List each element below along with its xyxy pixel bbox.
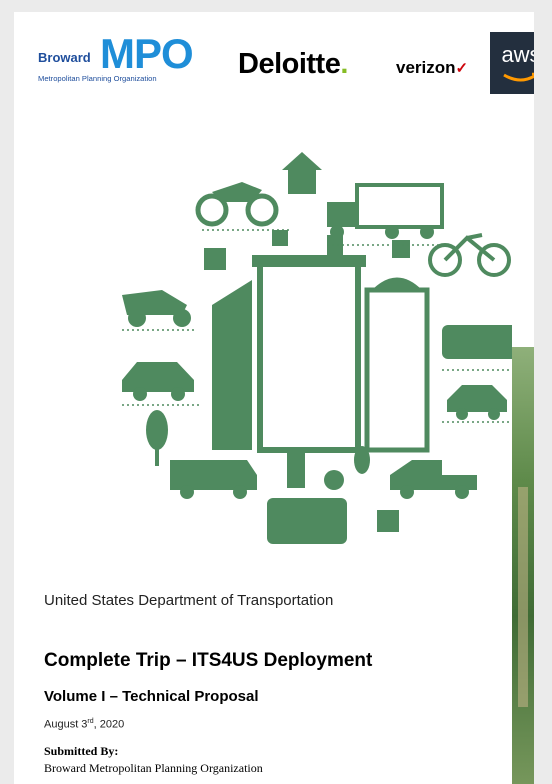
scooter-icon (122, 290, 191, 327)
van-icon (170, 460, 257, 499)
small-house-icon (204, 248, 226, 270)
broward-mpo-logo: Broward MPO Metropolitan Planning Organi… (38, 30, 228, 88)
car-right-icon (447, 385, 507, 420)
motorcycle-icon (195, 182, 279, 227)
document-page: Broward MPO Metropolitan Planning Organi… (14, 12, 534, 784)
mpo-letters: MPO (100, 30, 194, 77)
plant-icon-top (272, 230, 288, 246)
bicycle-icon (428, 233, 511, 277)
submitting-organization: Broward Metropolitan Planning Organizati… (44, 761, 263, 775)
tower-building-icon (212, 280, 252, 450)
tree-small-icon (354, 446, 370, 474)
partner-logos: Broward MPO Metropolitan Planning Organi… (14, 20, 534, 100)
mpo-broward-text: Broward (38, 50, 91, 65)
verizon-logo: verizon✓ (396, 58, 469, 77)
pickup-truck-icon (390, 460, 477, 499)
document-date: August 3rd, 2020 (44, 718, 125, 731)
submitted-by-label: Submitted By: (44, 744, 119, 758)
plant-icon (377, 510, 399, 532)
office-building-icon (252, 235, 366, 453)
department-name: United States Department of Transportati… (44, 592, 334, 609)
adjacent-page-photo (512, 347, 534, 784)
dome-building-icon (364, 277, 430, 453)
document-volume: Volume I – Technical Proposal (44, 688, 259, 705)
deloitte-logo: Deloitte. (238, 48, 348, 80)
car-left-icon (122, 362, 194, 401)
tree-icon (146, 410, 168, 466)
truck-icon (327, 183, 444, 239)
metro-sign-icon (324, 470, 344, 490)
plant-icon-right (392, 240, 410, 258)
small-building-icon (287, 452, 305, 488)
metro-train-icon (267, 498, 347, 544)
house-icon (282, 152, 322, 194)
aws-logo: aws (490, 32, 534, 94)
transportation-illustration (122, 152, 512, 544)
mpo-subtitle: Metropolitan Planning Organization (38, 74, 157, 83)
tram-icon (442, 325, 512, 359)
document-title: Complete Trip – ITS4US Deployment (44, 650, 373, 671)
